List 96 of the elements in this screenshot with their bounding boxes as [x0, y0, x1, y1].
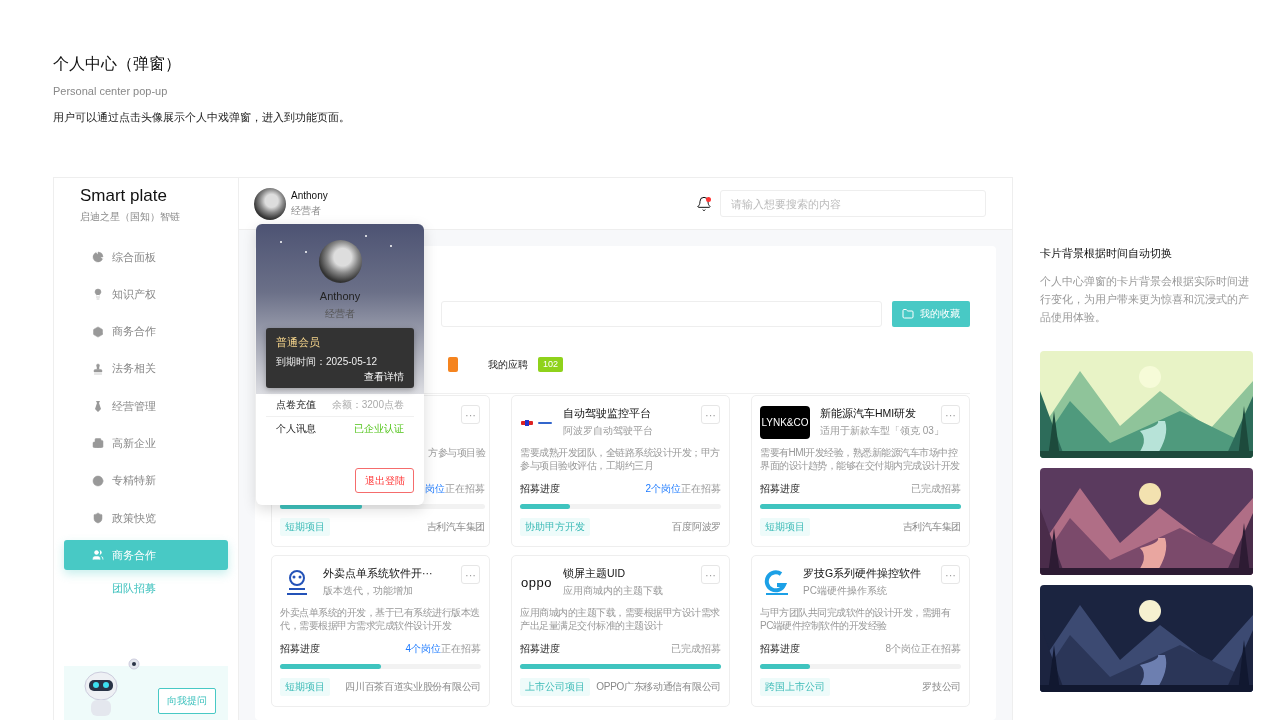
- bell-icon[interactable]: [696, 195, 712, 212]
- brand-subtitle: 启迪之星（国知）智链: [80, 210, 181, 224]
- people-icon: [92, 549, 104, 562]
- expiry-date: 到期时间：2025-05-12: [276, 355, 379, 369]
- building-icon: [92, 437, 104, 450]
- tie-icon: [92, 400, 104, 413]
- progress-label: 招募进度: [760, 482, 800, 496]
- nav-item[interactable]: 法务相关: [64, 353, 228, 384]
- card-subtitle: 应用商城内的主题下载: [563, 584, 663, 598]
- brand-logo: oppo: [521, 575, 552, 590]
- nav-subitem[interactable]: 团队招募: [112, 580, 238, 596]
- card-subtitle: 版本迭代，功能增加: [323, 584, 414, 598]
- row-label: 个人讯息: [276, 421, 316, 436]
- nav-item[interactable]: 商务合作: [64, 316, 228, 347]
- project-tag: 协助甲方开发: [520, 518, 590, 536]
- pie-chart-icon: [92, 251, 104, 263]
- company-name: 吉利汽车集团: [426, 520, 485, 534]
- card-description: 与甲方团队共同完成软件的设计开发，需拥有PC端硬件控制软件的开发经验: [760, 606, 952, 632]
- search-field[interactable]: 请输入想要搜索的内容: [720, 190, 986, 217]
- project-tag: 短期项目: [280, 678, 330, 696]
- stamp-icon: [92, 362, 104, 375]
- card-title: 锁屏主题UID: [563, 567, 627, 581]
- recruit-status: 已完成招募: [911, 482, 961, 496]
- card-subtitle: PC端硬件操作系统: [803, 584, 888, 598]
- avatar[interactable]: [254, 187, 286, 220]
- brand-logo-icon: [520, 418, 553, 427]
- favorites-button[interactable]: 我的收藏: [892, 301, 970, 327]
- hexagon-icon: [92, 325, 104, 338]
- more-button[interactable]: ···: [461, 405, 480, 424]
- card-title: 新能源汽车HMI研发: [820, 407, 918, 421]
- project-tag: 短期项目: [760, 518, 810, 536]
- card-description: 外卖点单系统的开发，基于已有系统进行版本迭代，需要根据甲方需求完成软件设计开发: [280, 606, 481, 632]
- company-name: 吉利汽车集团: [902, 520, 961, 534]
- nav-item[interactable]: 商务合作: [64, 540, 228, 571]
- brand-logo-icon: [285, 569, 308, 596]
- page-subtitle: Personal center pop-up: [53, 85, 169, 97]
- progress-label: 招募进度: [520, 642, 560, 656]
- user-name: Anthony: [291, 189, 328, 201]
- card-title: 外卖点单系统软件开···: [323, 567, 433, 581]
- folder-icon: [902, 308, 914, 320]
- logout-button[interactable]: 退出登陆: [355, 468, 414, 493]
- card-title: 自动驾驶监控平台: [563, 407, 652, 421]
- page-description: 用户可以通过点击头像展示个人中戏弹窗，进入到功能页面。: [53, 110, 351, 125]
- page-title: 个人中心（弹窗）: [53, 54, 182, 74]
- row-value: 已企业认证: [354, 421, 404, 436]
- shield-icon: [92, 512, 104, 525]
- user-role: 经营者: [291, 203, 322, 218]
- recruit-status: 岗位正在招募: [425, 482, 485, 496]
- card-description: 方参与项目验: [427, 446, 485, 460]
- nav-item[interactable]: 政策快览: [64, 503, 228, 534]
- recruit-status: 2个岗位正在招募: [645, 482, 721, 496]
- company-name: 罗技公司: [922, 680, 961, 694]
- ask-button[interactable]: 向我提问: [158, 688, 216, 714]
- project-tag: 上市公司项目: [520, 678, 590, 696]
- row-label: 点卷充值: [276, 398, 316, 412]
- brand-logo-icon: [763, 569, 790, 596]
- nav-item[interactable]: 综合面板: [64, 242, 228, 272]
- card-subtitle: 阿波罗自动驾驶平台: [563, 424, 653, 438]
- brand-logo: LYNK&CO: [760, 406, 810, 439]
- recruit-status: 8个岗位正在招募: [885, 642, 961, 656]
- recruit-status: 4个岗位正在招募: [405, 642, 481, 656]
- more-button[interactable]: ···: [461, 565, 480, 584]
- card-description: 需要有HMI开发经验，熟悉新能源汽车市场中控界面的设计趋势，能够在交付期内完成设计开发: [760, 446, 961, 472]
- more-button[interactable]: ···: [941, 565, 960, 584]
- project-tag: 跨国上市公司: [760, 678, 830, 696]
- company-name: OPPO广东移动通信有限公司: [596, 680, 721, 694]
- nav-item[interactable]: 专精特新: [64, 465, 228, 496]
- progress-label: 招募进度: [280, 642, 320, 656]
- project-tag: 短期项目: [280, 518, 330, 536]
- more-button[interactable]: ···: [701, 405, 720, 424]
- user-name: Anthony: [319, 290, 361, 302]
- more-button[interactable]: ···: [701, 565, 720, 584]
- brand-name: Smart plate: [80, 186, 168, 206]
- disc-icon: [92, 474, 104, 487]
- tab[interactable]: 我的应聘: [488, 357, 528, 372]
- card-description: 需要成熟开发团队，全链路系统设计开发；甲方参与项目验收评估，工期约三月: [520, 446, 721, 472]
- nav-item[interactable]: 高新企业: [64, 428, 228, 459]
- membership-title: 普通会员: [276, 335, 321, 350]
- nav-item[interactable]: 经营管理: [64, 391, 228, 422]
- row-value: 余额：3200点卷: [331, 398, 404, 412]
- card-subtitle: 适用于新款车型「领克 03」: [820, 424, 944, 438]
- details-link[interactable]: 查看详情: [364, 370, 404, 384]
- company-name: 百度阿波罗: [672, 520, 721, 534]
- card-title: 罗技G系列硬件操控软件: [803, 567, 922, 581]
- progress-label: 招募进度: [520, 482, 560, 496]
- aside-heading: 卡片背景根据时间自动切换: [1040, 246, 1173, 261]
- lightbulb-icon: [92, 288, 104, 301]
- avatar: [318, 240, 362, 283]
- count-badge: 102: [538, 357, 564, 372]
- nav-item[interactable]: 知识产权: [64, 279, 228, 310]
- progress-label: 招募进度: [760, 642, 800, 656]
- recruit-status: 已完成招募: [671, 642, 721, 656]
- card-description: 应用商城内的主题下载，需要根据甲方设计需求产出足量满足交付标准的主题设计: [520, 606, 721, 632]
- company-name: 四川百茶百道实业股份有限公司: [345, 680, 481, 694]
- aside-text: 个人中心弹窗的卡片背景会根据实际时间进行变化，为用户带来更为惊喜和沉浸式的产品使用体验。: [1040, 274, 1250, 325]
- more-button[interactable]: ···: [941, 405, 960, 424]
